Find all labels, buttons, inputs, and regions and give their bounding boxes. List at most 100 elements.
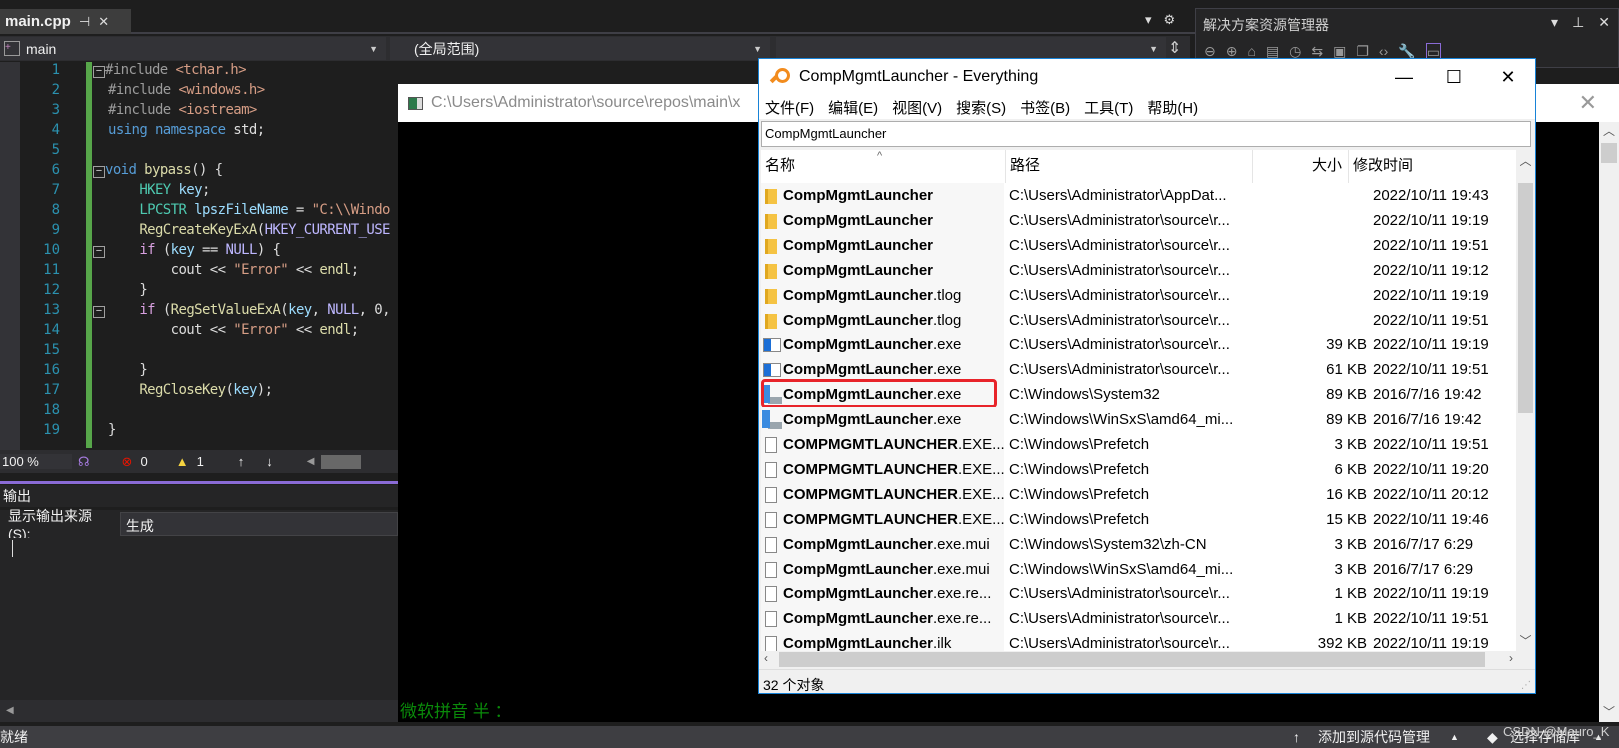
column-header-size[interactable]: 大小: [1253, 150, 1349, 183]
result-size: 89 KB: [1326, 386, 1367, 404]
column-header-path[interactable]: 路径: [1006, 150, 1253, 183]
results-vertical-scrollbar[interactable]: ︿ ﹀: [1516, 150, 1535, 651]
scrollbar-thumb[interactable]: [1601, 143, 1617, 163]
scroll-down-icon[interactable]: ﹀: [1599, 703, 1619, 720]
result-row[interactable]: CompMgmtLauncher C:\Users\Administrator\A…: [761, 183, 1516, 208]
result-row[interactable]: CompMgmtLauncher C:\Users\Administrator\s…: [761, 207, 1516, 233]
error-count[interactable]: 0: [140, 454, 147, 469]
error-icon[interactable]: ⊗: [122, 454, 133, 470]
menu-item[interactable]: 帮助(H): [1147, 97, 1198, 118]
collapse-region-icon[interactable]: −: [93, 66, 105, 78]
result-row[interactable]: CompMgmtLauncher C:\Users\Administrator\s…: [761, 232, 1516, 258]
warning-count[interactable]: 1: [197, 454, 204, 469]
name-match: COMPMGMTLAUNCHER: [783, 510, 958, 528]
search-input[interactable]: CompMgmtLauncher: [761, 121, 1531, 147]
output-source-dropdown[interactable]: 生成: [119, 512, 398, 536]
line-number: 8: [51, 202, 60, 218]
result-row[interactable]: COMPMGMTLAUNCHER.EXE... C:\Windows\Prefet…: [761, 456, 1516, 482]
result-row[interactable]: CompMgmtLauncher.tlog C:\Users\Administra…: [761, 307, 1516, 333]
close-icon[interactable]: ✕: [98, 14, 109, 30]
result-row[interactable]: CompMgmtLauncher C:\Users\Administrator\s…: [761, 257, 1516, 283]
code-token: () {: [191, 162, 223, 178]
menu-item[interactable]: 视图(V): [892, 97, 942, 118]
member-dropdown[interactable]: ▼: [776, 37, 1166, 60]
application-icon: [763, 363, 781, 378]
pin-icon[interactable]: ⊥: [1572, 14, 1584, 31]
indicator-margin: [0, 62, 20, 450]
code-token: bypass: [144, 162, 192, 178]
menu-item[interactable]: 工具(T): [1084, 97, 1133, 118]
close-icon[interactable]: ✕: [1598, 14, 1610, 31]
code-line: HKEY key;: [108, 182, 210, 198]
collapse-region-icon[interactable]: −: [93, 306, 105, 318]
project-dropdown[interactable]: + main ▼: [0, 37, 386, 60]
code-token: key: [170, 242, 195, 258]
scroll-right-icon[interactable]: ›: [1509, 651, 1513, 665]
everything-title-bar[interactable]: CompMgmtLauncher - Everything — ☐ ✕: [759, 59, 1535, 95]
menu-item[interactable]: 编辑(E): [828, 97, 878, 118]
collapse-region-icon[interactable]: −: [93, 166, 105, 178]
scroll-up-icon[interactable]: ︿: [1599, 122, 1619, 139]
result-row[interactable]: CompMgmtLauncher.exe C:\Users\Administrat…: [761, 332, 1516, 358]
upload-icon[interactable]: ↑: [1293, 729, 1300, 745]
add-to-source-control-button[interactable]: 添加到源代码管理: [1318, 727, 1430, 747]
results-list[interactable]: 名称 ^ 路径 大小 修改时间 CompMgmtLauncher C:\Users…: [761, 150, 1535, 651]
scrollbar-thumb[interactable]: [779, 652, 1485, 667]
result-modified: 2022/10/11 19:51: [1373, 236, 1489, 254]
menu-item[interactable]: 文件(F): [765, 97, 814, 118]
result-row[interactable]: CompMgmtLauncher.exe.mui C:\Windows\WinSx…: [761, 556, 1516, 582]
scroll-down-icon[interactable]: ﹀: [1516, 632, 1535, 649]
code-token: <<: [288, 262, 320, 278]
pin-icon[interactable]: ⊣: [79, 14, 90, 30]
tab-list-dropdown-icon[interactable]: ▾: [1145, 12, 1152, 28]
result-row[interactable]: CompMgmtLauncher.exe C:\Windows\WinSxS\am…: [761, 407, 1516, 433]
horizontal-scrollbar[interactable]: [320, 454, 361, 469]
output-horizontal-scrollbar[interactable]: ◀: [0, 700, 398, 722]
results-horizontal-scrollbar[interactable]: ‹ ›: [761, 651, 1516, 668]
menu-item[interactable]: 搜索(S): [956, 97, 1006, 118]
output-text-area[interactable]: [0, 538, 398, 700]
result-name: CompMgmtLauncher.exe: [761, 332, 1004, 358]
result-row[interactable]: CompMgmtLauncher.tlog C:\Users\Administra…: [761, 282, 1516, 308]
column-header-name[interactable]: 名称 ^: [761, 150, 1006, 183]
split-window-icon[interactable]: ⇕: [1168, 38, 1181, 58]
close-icon[interactable]: ✕: [1485, 63, 1531, 91]
scroll-left-icon[interactable]: ‹: [764, 651, 768, 665]
minimize-icon[interactable]: —: [1381, 63, 1427, 91]
zoom-level-dropdown[interactable]: 100 %: [0, 454, 72, 469]
result-name: COMPMGMTLAUNCHER.EXE...: [761, 481, 1004, 507]
result-row[interactable]: CompMgmtLauncher.ilk C:\Users\Administrat…: [761, 631, 1516, 651]
result-size: 3 KB: [1334, 535, 1367, 553]
next-issue-icon[interactable]: ↓: [266, 454, 273, 469]
scroll-left-icon[interactable]: ◀: [307, 456, 315, 467]
scroll-up-icon[interactable]: ︿: [1516, 150, 1535, 169]
console-vertical-scrollbar[interactable]: ︿ ﹀: [1599, 122, 1619, 722]
git-icon[interactable]: ◆: [1487, 729, 1498, 746]
resize-grip-icon[interactable]: ⋰: [1521, 680, 1531, 691]
code-line: }: [108, 282, 147, 298]
folder-icon: [765, 213, 777, 229]
gear-icon[interactable]: ⚙: [1164, 12, 1176, 28]
scrollbar-thumb[interactable]: [1518, 183, 1533, 413]
result-row[interactable]: COMPMGMTLAUNCHER.EXE... C:\Windows\Prefet…: [761, 432, 1516, 457]
name-extension: .exe.mui: [933, 560, 990, 578]
maximize-icon[interactable]: ☐: [1431, 63, 1477, 91]
menu-item[interactable]: 书签(B): [1020, 97, 1070, 118]
code-editor[interactable]: 1− #include <tchar.h> 2 #include <windows.h…: [0, 62, 398, 450]
result-row[interactable]: COMPMGMTLAUNCHER.EXE... C:\Windows\Prefet…: [761, 481, 1516, 507]
column-header-modified[interactable]: 修改时间: [1349, 150, 1516, 183]
warning-icon[interactable]: ▲: [176, 454, 189, 469]
window-position-icon[interactable]: ▾: [1551, 14, 1558, 31]
result-row[interactable]: CompMgmtLauncher.exe.re... C:\Users\Admin…: [761, 581, 1516, 607]
collapse-region-icon[interactable]: −: [93, 246, 105, 258]
previous-issue-icon[interactable]: ↑: [238, 454, 245, 469]
line-number: 11: [43, 262, 60, 278]
intellicode-icon[interactable]: ☊: [78, 454, 90, 470]
name-extension: .exe.re...: [933, 585, 992, 603]
close-icon[interactable]: ✕: [1579, 90, 1597, 116]
scope-dropdown[interactable]: (全局范围) ▼: [390, 37, 770, 60]
result-row[interactable]: CompMgmtLauncher.exe.re... C:\Users\Admin…: [761, 606, 1516, 632]
tab-main-cpp[interactable]: main.cpp ⊣ ✕: [0, 9, 131, 34]
result-row[interactable]: CompMgmtLauncher.exe.mui C:\Windows\Syste…: [761, 531, 1516, 557]
result-row[interactable]: COMPMGMTLAUNCHER.EXE... C:\Windows\Prefet…: [761, 506, 1516, 532]
